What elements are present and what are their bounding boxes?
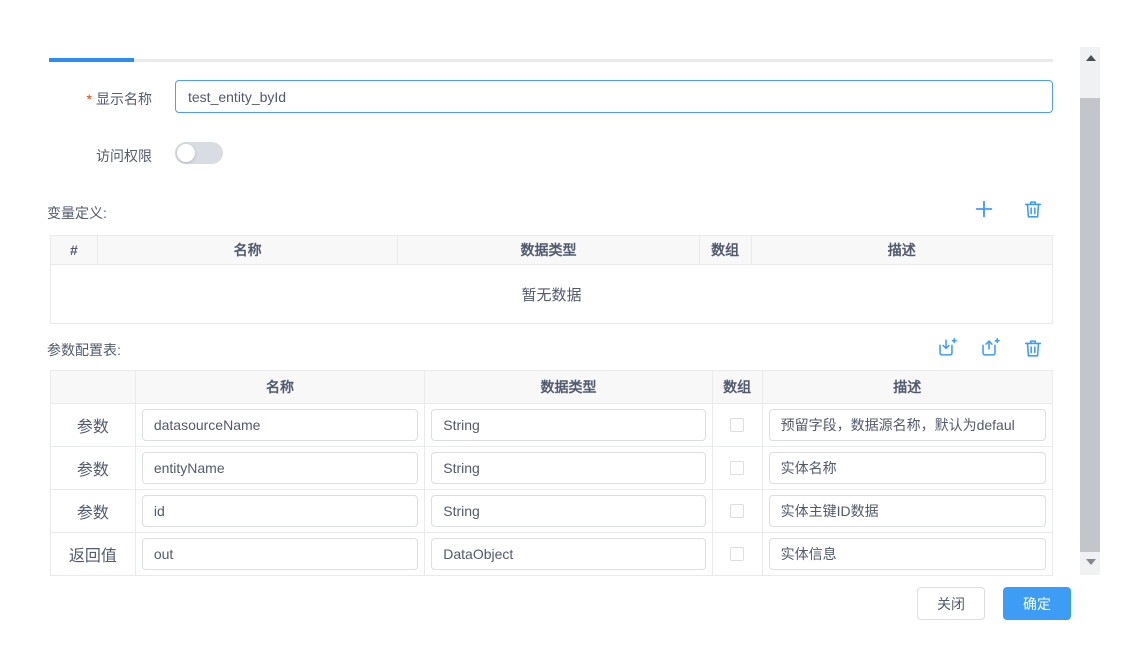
param-name-input[interactable]	[142, 538, 418, 570]
param-type-input[interactable]	[431, 452, 705, 484]
param-kind: 参数	[51, 404, 136, 447]
access-permission-toggle[interactable]	[175, 142, 223, 164]
col-header-kind	[51, 371, 136, 404]
param-name-input[interactable]	[142, 452, 418, 484]
col-header-type: 数据类型	[398, 236, 699, 265]
scrollbar-up-arrow-icon[interactable]	[1086, 55, 1096, 61]
params-table-header: 名称 数据类型 数组 描述	[51, 371, 1052, 404]
delete-variable-button[interactable]	[1022, 198, 1044, 220]
col-header-array: 数组	[700, 236, 752, 265]
param-type-input[interactable]	[431, 538, 705, 570]
param-desc-input[interactable]	[769, 409, 1046, 441]
import-params-button[interactable]	[935, 337, 957, 359]
table-row: 参数	[51, 490, 1052, 533]
params-table: 名称 数据类型 数组 描述 参数 参数 参数 返回值	[50, 370, 1053, 576]
table-row: 参数	[51, 447, 1052, 490]
col-header-array: 数组	[713, 371, 763, 404]
col-header-name: 名称	[136, 371, 425, 404]
export-params-button[interactable]	[978, 337, 1000, 359]
tabs-divider	[49, 59, 1053, 62]
variables-table-header: # 名称 数据类型 数组 描述	[51, 236, 1052, 265]
param-kind: 返回值	[51, 533, 136, 576]
array-checkbox[interactable]	[730, 418, 744, 432]
empty-state-text: 暂无数据	[51, 265, 1052, 324]
array-checkbox[interactable]	[730, 461, 744, 475]
add-variable-button[interactable]	[973, 198, 995, 220]
toggle-knob	[177, 144, 195, 162]
param-name-input[interactable]	[142, 495, 418, 527]
col-header-type: 数据类型	[425, 371, 712, 404]
access-permission-label: 访问权限	[40, 146, 152, 166]
array-checkbox[interactable]	[730, 504, 744, 518]
col-header-desc: 描述	[752, 236, 1052, 265]
param-desc-input[interactable]	[769, 452, 1046, 484]
variables-section-label: 变量定义:	[47, 203, 107, 223]
params-section-label: 参数配置表:	[47, 340, 121, 360]
close-button[interactable]: 关闭	[917, 587, 985, 620]
param-desc-input[interactable]	[769, 538, 1046, 570]
trash-icon	[1022, 337, 1044, 359]
param-kind: 参数	[51, 447, 136, 490]
param-type-input[interactable]	[431, 409, 705, 441]
scrollbar-thumb[interactable]	[1080, 98, 1100, 552]
variables-table: # 名称 数据类型 数组 描述 暂无数据	[50, 235, 1053, 324]
table-row: 返回值	[51, 533, 1052, 576]
plus-icon	[973, 198, 995, 220]
trash-icon	[1022, 198, 1044, 220]
confirm-button[interactable]: 确定	[1003, 587, 1071, 620]
display-name-input[interactable]	[175, 80, 1053, 113]
delete-params-button[interactable]	[1022, 337, 1044, 359]
param-type-input[interactable]	[431, 495, 705, 527]
required-asterisk: *	[87, 91, 92, 107]
col-header-desc: 描述	[763, 371, 1052, 404]
param-kind: 参数	[51, 490, 136, 533]
dialog: *显示名称 访问权限 变量定义: # 名称 数据类型 数组 描述 暂无数据 参数…	[0, 0, 1124, 649]
export-up-icon	[978, 337, 1000, 359]
scrollbar-down-arrow-icon[interactable]	[1086, 559, 1096, 565]
display-name-label: *显示名称	[40, 89, 152, 109]
array-checkbox[interactable]	[730, 547, 744, 561]
param-name-input[interactable]	[142, 409, 418, 441]
col-header-index: #	[51, 236, 98, 265]
col-header-name: 名称	[98, 236, 398, 265]
active-tab-indicator[interactable]	[49, 58, 134, 62]
import-down-icon	[935, 337, 957, 359]
param-desc-input[interactable]	[769, 495, 1046, 527]
table-row: 参数	[51, 404, 1052, 447]
